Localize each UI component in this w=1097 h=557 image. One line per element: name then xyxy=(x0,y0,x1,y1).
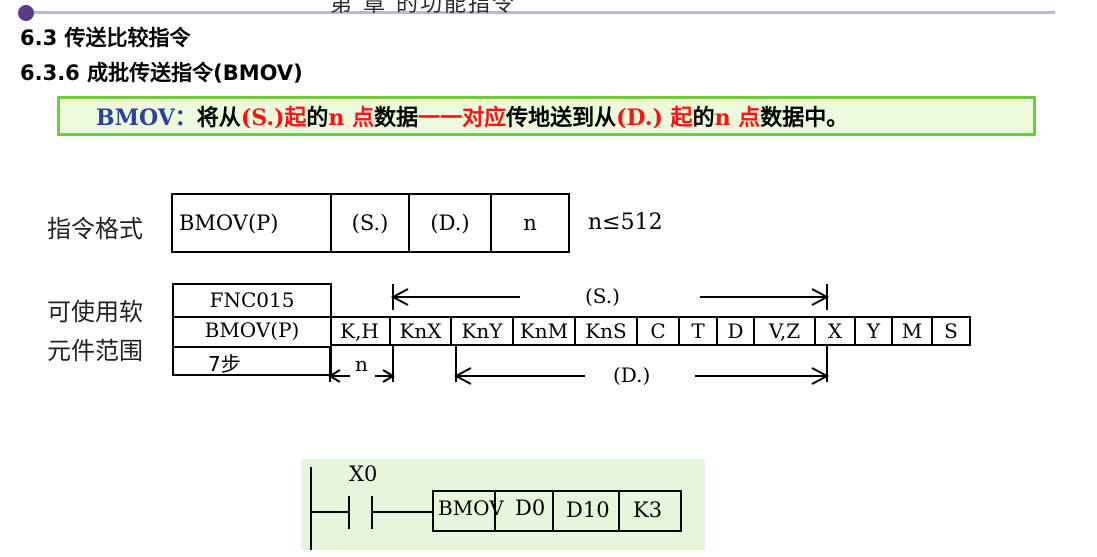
note-count: n 点 xyxy=(328,105,375,131)
contact-label: X0 xyxy=(349,462,378,486)
note-instruction-name: BMOV： xyxy=(96,105,197,131)
format-cell-destination: (D.) xyxy=(410,195,492,251)
note-text: 的 xyxy=(306,106,329,131)
format-table: BMOV(P) (S.) (D.) n xyxy=(171,193,570,253)
header-bullet xyxy=(18,5,34,21)
definition-note: BMOV： 将从 (S.)起 的 n 点 数据 一一对应 传地送到从 (D.) … xyxy=(57,96,1036,136)
format-cell-count: n xyxy=(523,211,537,235)
format-cell-instruction: BMOV(P) xyxy=(173,195,332,251)
note-text: 将从 xyxy=(196,106,241,131)
note-source: (S.)起 xyxy=(240,105,307,131)
count-range-label: n xyxy=(355,352,368,376)
section-heading: 6.3 传送比较指令 xyxy=(20,26,191,50)
source-range-label: (S.) xyxy=(585,284,620,308)
function-info-box: FNC015 BMOV(P) 7步 xyxy=(172,283,332,376)
note-correspondence: 一一对应 xyxy=(418,106,507,131)
note-count: n 点 xyxy=(714,105,761,131)
device-cell: Y xyxy=(856,318,893,344)
function-number: FNC015 xyxy=(209,288,295,312)
count-limit-note: n≤512 xyxy=(588,210,663,235)
header-divider xyxy=(20,11,1055,14)
ladder-instruction: BMOV xyxy=(438,496,504,520)
note-text: 传地送到从 xyxy=(506,106,617,131)
subsection-heading: 6.3.6 成批传送指令(BMOV) xyxy=(20,61,303,85)
note-destination: (D.) 起 xyxy=(616,105,693,131)
chapter-title-fragment: 第 章 的功能指令 xyxy=(330,0,516,17)
device-cell: M xyxy=(893,318,933,344)
format-label: 指令格式 xyxy=(47,215,143,243)
range-label-line2: 元件范围 xyxy=(47,337,143,365)
destination-range-label: (D.) xyxy=(613,363,651,387)
ladder-source: D0 xyxy=(515,496,546,520)
range-label-line1: 可使用软 xyxy=(47,298,143,326)
function-mnemonic: BMOV(P) xyxy=(204,318,300,342)
format-cell-source: (S.) xyxy=(332,195,410,251)
note-text: 数据 xyxy=(374,106,419,131)
ladder-count: K3 xyxy=(633,498,663,522)
device-cell: S xyxy=(944,319,958,343)
note-text: 数据中。 xyxy=(760,106,849,131)
note-text: 的 xyxy=(692,106,715,131)
ladder-destination: D10 xyxy=(566,498,610,522)
